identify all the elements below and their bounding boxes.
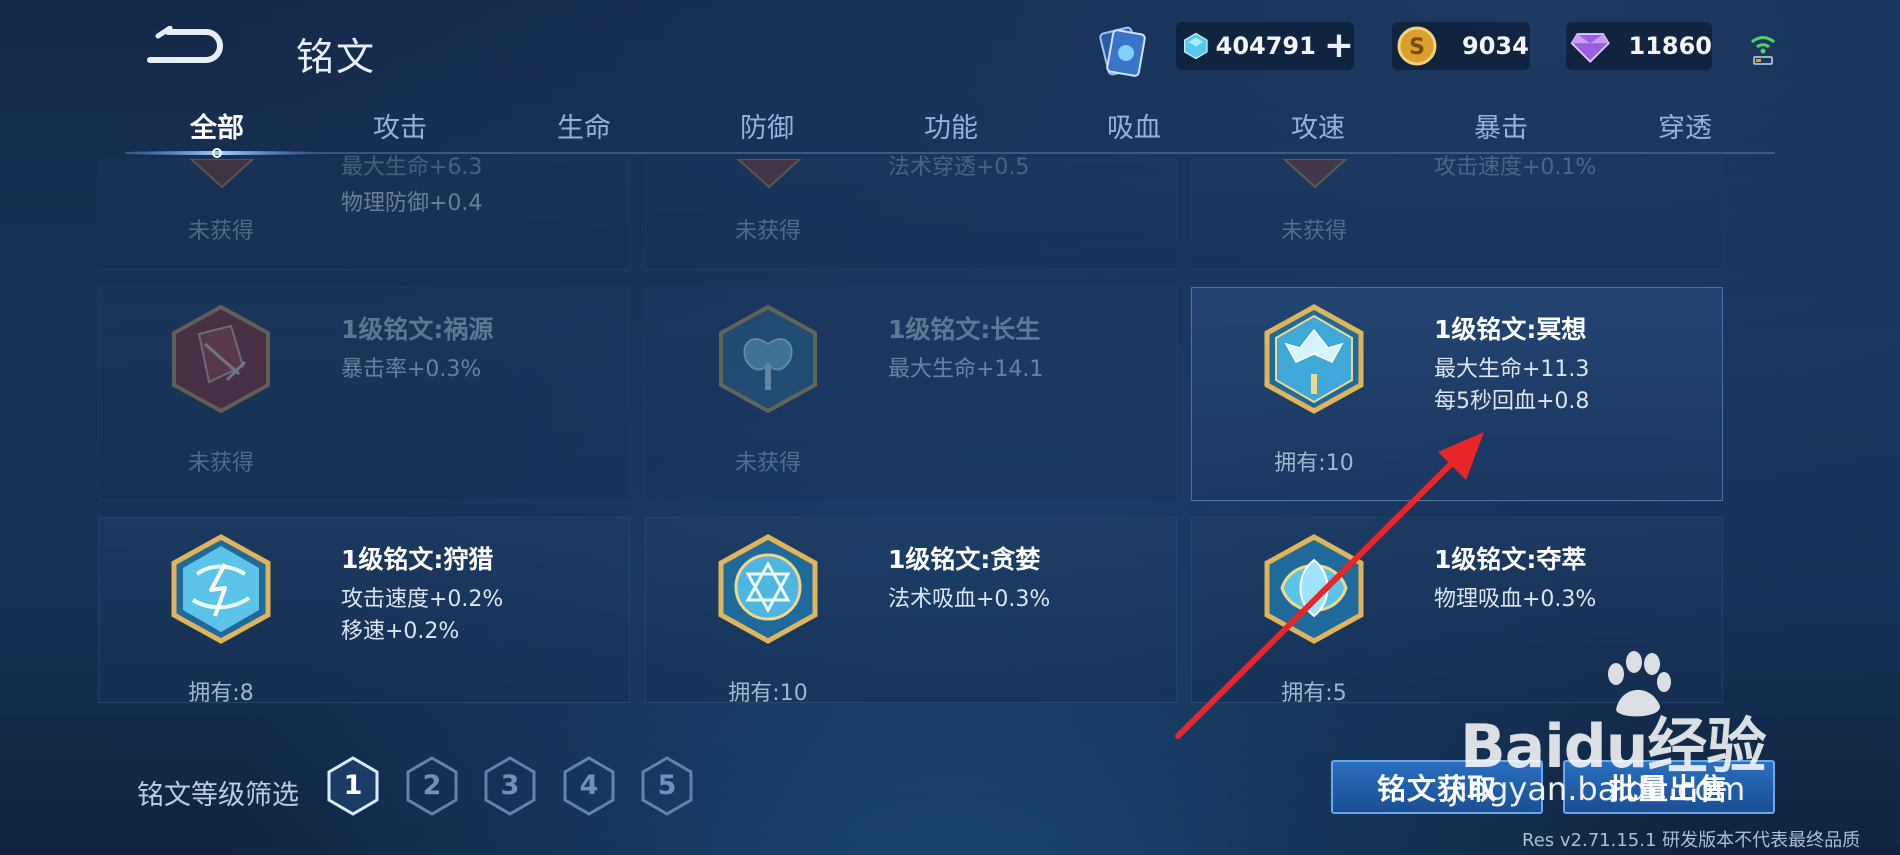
gem-currency: 404791 +	[1176, 22, 1354, 70]
longevity-inscription-icon	[719, 304, 817, 414]
svg-text:S: S	[1409, 35, 1425, 60]
inscription-status: 拥有:10	[728, 681, 808, 706]
inscription-stat: 物理防御+0.4	[341, 191, 483, 216]
inscription-icon	[189, 159, 255, 189]
category-tabs: 全部 攻击 生命 防御 功能 吸血 攻速 暴击 穿透	[125, 102, 1775, 158]
tab-attack[interactable]: 攻击	[373, 106, 427, 145]
inscription-card[interactable]: 1级铭文:祸源 暴击率+0.3% 未获得	[98, 287, 630, 501]
inscription-stat: 每5秒回血+0.8	[1434, 389, 1590, 414]
inscription-card[interactable]: 1级铭文:长生 最大生命+14.1 未获得	[645, 287, 1177, 501]
inscription-status: 拥有:10	[1274, 451, 1354, 476]
tab-lifesteal[interactable]: 吸血	[1107, 106, 1161, 145]
tab-all[interactable]: 全部	[190, 106, 244, 145]
purple-diamond-icon	[1570, 33, 1610, 63]
inscription-icon	[1282, 159, 1348, 189]
inscription-stat: 最大生命+6.3	[341, 155, 483, 180]
inscription-card[interactable]: 1级铭文:冥想 最大生命+11.3 每5秒回血+0.8 拥有:10	[1191, 287, 1723, 501]
level-filter-3[interactable]: 3	[483, 756, 537, 816]
crystal-icon	[1183, 32, 1208, 60]
inscription-stat: 法术穿透+0.5	[888, 155, 1030, 180]
level-filter-2[interactable]: 2	[405, 756, 459, 816]
level-filter-label: 铭文等级筛选	[137, 780, 299, 811]
inscription-status: 拥有:8	[188, 681, 254, 706]
tab-health[interactable]: 生命	[557, 106, 611, 145]
level-filter-5[interactable]: 5	[640, 756, 694, 816]
inscription-stat: 最大生命+14.1	[888, 357, 1044, 382]
baidu-watermark: Baidu经验 jingyan.baidu.com	[1450, 650, 1820, 820]
inscription-card[interactable]: 1级铭文:贪婪 法术吸血+0.3% 拥有:10	[645, 517, 1177, 706]
inscription-name: 1级铭文:贪婪	[888, 545, 1041, 574]
tab-critical[interactable]: 暴击	[1474, 106, 1528, 145]
meditation-inscription-icon	[1264, 304, 1364, 414]
diamond-count: 11860	[1628, 32, 1713, 60]
hunt-inscription-icon	[171, 534, 271, 644]
gem-count: 404791	[1215, 32, 1316, 60]
inscription-card[interactable]: 法术穿透+0.5 未获得	[645, 155, 1177, 270]
inscription-status: 未获得	[734, 219, 801, 244]
plunder-inscription-icon	[1264, 534, 1364, 644]
wifi-signal-icon	[1750, 36, 1776, 65]
tab-defense[interactable]: 防御	[740, 106, 794, 145]
level-filter-4[interactable]: 4	[562, 756, 616, 816]
inscription-icon	[736, 159, 802, 189]
inscription-card[interactable]: 攻击速度+0.1% 未获得	[1191, 155, 1723, 270]
level-number: 3	[500, 770, 520, 801]
level-number: 1	[343, 770, 363, 801]
inscription-card[interactable]: 1级铭文:狩猎 攻击速度+0.2% 移速+0.2% 拥有:8	[98, 517, 630, 706]
inscription-stat: 移速+0.2%	[341, 619, 460, 644]
inscription-stat: 最大生命+11.3	[1434, 357, 1590, 382]
version-text: Res v2.71.15.1 研发版本不代表最终品质	[1522, 830, 1861, 851]
inscription-name: 1级铭文:狩猎	[341, 545, 494, 574]
gold-coin-icon: S	[1397, 26, 1437, 66]
level-number: 4	[579, 770, 599, 801]
gold-coin-currency: S 9034	[1392, 22, 1530, 70]
page-title: 铭文	[296, 35, 377, 79]
tab-attack-speed[interactable]: 攻速	[1291, 106, 1345, 145]
diamond-currency: 11860	[1566, 22, 1712, 70]
card-deck-icon[interactable]	[1092, 24, 1154, 80]
level-filter-1[interactable]: 1	[326, 756, 380, 816]
level-number: 2	[422, 770, 442, 801]
greed-inscription-icon	[718, 534, 818, 644]
inscription-stat: 攻击速度+0.2%	[341, 587, 504, 612]
inscription-stat: 物理吸血+0.3%	[1434, 587, 1597, 612]
watermark-url: jingyan.baidu.com	[1450, 770, 1746, 808]
inscription-name: 1级铭文:夺萃	[1434, 545, 1587, 574]
tab-penetration[interactable]: 穿透	[1658, 106, 1712, 145]
inscription-stat: 法术吸血+0.3%	[888, 587, 1051, 612]
inscription-stat: 攻击速度+0.1%	[1434, 155, 1597, 180]
tab-function[interactable]: 功能	[924, 106, 978, 145]
inscription-status: 未获得	[187, 219, 254, 244]
add-icon[interactable]: +	[1324, 28, 1354, 64]
disaster-inscription-icon	[172, 304, 270, 414]
inscription-status: 拥有:5	[1281, 681, 1347, 706]
inscription-name: 1级铭文:祸源	[341, 315, 494, 344]
inscription-status: 未获得	[734, 451, 801, 476]
inscription-stat: 暴击率+0.3%	[341, 357, 482, 382]
inscription-status: 未获得	[1280, 219, 1347, 244]
level-number: 5	[657, 770, 677, 801]
inscription-status: 未获得	[187, 451, 254, 476]
inscription-name: 1级铭文:长生	[888, 315, 1041, 344]
coin-count: 9034	[1462, 32, 1529, 60]
back-arrow-icon[interactable]	[140, 26, 226, 66]
inscription-card[interactable]: 最大生命+6.3 物理防御+0.4 未获得	[98, 155, 630, 270]
inscription-name: 1级铭文:冥想	[1434, 315, 1587, 344]
